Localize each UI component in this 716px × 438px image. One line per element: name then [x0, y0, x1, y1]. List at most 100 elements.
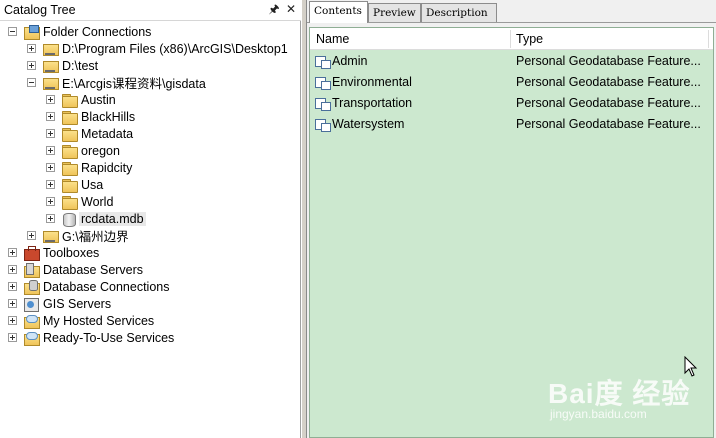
expand-icon[interactable]: [46, 163, 55, 172]
folder-icon: [61, 110, 78, 125]
expand-icon[interactable]: [46, 95, 55, 104]
tree-node-world[interactable]: World: [46, 193, 113, 210]
tree-node-label: E:\Arcgis课程资料\gisdata: [62, 77, 206, 91]
tree-node-gisdata[interactable]: E:\Arcgis课程资料\gisdata: [27, 74, 206, 91]
tree-node-label: Rapidcity: [81, 160, 133, 175]
tree-node-oregon[interactable]: oregon: [46, 142, 120, 159]
baidu-jingyan-watermark: Bai度 经验 jingyan.baidu.com: [548, 372, 708, 428]
folder-icon: [61, 195, 78, 210]
ready-to-use-services-icon: [23, 331, 40, 346]
tree-node-label: D:\Program Files (x86)\ArcGIS\Desktop1: [62, 41, 288, 56]
column-divider[interactable]: [708, 30, 709, 48]
expand-icon[interactable]: [8, 248, 17, 257]
tree-node-folder-connections[interactable]: Folder Connections: [8, 23, 151, 40]
tree-node-label: Database Servers: [43, 262, 144, 277]
expand-icon[interactable]: [46, 112, 55, 121]
tree-node-database-connections[interactable]: Database Connections: [8, 278, 169, 295]
expand-icon[interactable]: [46, 214, 55, 223]
tree-node-blackhills[interactable]: BlackHills: [46, 108, 135, 125]
tree-node-label: rcdata.mdb: [79, 211, 146, 226]
item-name: Watersystem: [332, 117, 405, 131]
list-item[interactable]: Environmental Personal Geodatabase Featu…: [310, 72, 713, 92]
collapse-icon[interactable]: [27, 78, 36, 87]
item-type: Personal Geodatabase Feature...: [516, 75, 701, 89]
tree-node-label: D:\test: [62, 58, 99, 73]
tree-node-label: GIS Servers: [43, 296, 112, 311]
personal-geodatabase-icon: [61, 212, 77, 227]
tree-node-label: Metadata: [81, 126, 134, 141]
expand-icon[interactable]: [8, 316, 17, 325]
folder-icon: [61, 127, 78, 142]
expand-icon[interactable]: [8, 265, 17, 274]
tab-description[interactable]: Description: [421, 3, 497, 22]
column-header-name[interactable]: Name: [316, 32, 349, 46]
list-item[interactable]: Admin Personal Geodatabase Feature...: [310, 51, 713, 71]
tree-node-toolboxes[interactable]: Toolboxes: [8, 244, 99, 261]
database-connections-icon: [23, 279, 40, 295]
tree-node-usa[interactable]: Usa: [46, 176, 103, 193]
expand-icon[interactable]: [27, 44, 36, 53]
item-name: Transportation: [332, 96, 413, 110]
column-header-type[interactable]: Type: [516, 32, 543, 46]
tree-node-label: Toolboxes: [43, 245, 100, 260]
tree-node-austin[interactable]: Austin: [46, 91, 116, 108]
item-name: Environmental: [332, 75, 412, 89]
expand-icon[interactable]: [8, 282, 17, 291]
expand-icon[interactable]: [46, 197, 55, 206]
folder-icon: [42, 42, 59, 56]
tree-node-label: Austin: [81, 92, 116, 107]
folder-icon: [42, 76, 59, 90]
gis-servers-icon: [23, 297, 39, 312]
catalog-tree-title: Catalog Tree: [4, 3, 76, 17]
tree-node-label: oregon: [81, 143, 120, 158]
tree-node-label: Folder Connections: [43, 24, 152, 39]
hosted-services-icon: [23, 314, 40, 329]
pin-icon[interactable]: 🖈: [267, 2, 281, 16]
tree-node-program-files[interactable]: D:\Program Files (x86)\ArcGIS\Desktop1: [27, 40, 288, 57]
expand-icon[interactable]: [27, 231, 36, 240]
feature-dataset-icon: [315, 117, 331, 132]
tree-node-metadata[interactable]: Metadata: [46, 125, 133, 142]
tab-contents[interactable]: Contents: [309, 1, 368, 23]
tab-preview[interactable]: Preview: [368, 3, 421, 22]
expand-icon[interactable]: [46, 129, 55, 138]
expand-icon[interactable]: [8, 333, 17, 342]
tree-node-g-drive[interactable]: G:\福州边界: [27, 227, 129, 244]
tree-node-label: My Hosted Services: [43, 313, 155, 328]
collapse-icon[interactable]: [8, 27, 17, 36]
tree-node-label: G:\福州边界: [62, 230, 129, 244]
tree-node-gis-servers[interactable]: GIS Servers: [8, 295, 111, 312]
feature-dataset-icon: [315, 96, 331, 111]
tree-node-database-servers[interactable]: Database Servers: [8, 261, 143, 278]
catalog-tree-header: Catalog Tree 🖈 ✕: [0, 0, 301, 21]
close-icon[interactable]: ✕: [284, 2, 298, 16]
folder-icon: [61, 178, 78, 193]
folder-icon: [42, 229, 59, 243]
tree-node-rapidcity[interactable]: Rapidcity: [46, 159, 132, 176]
database-servers-icon: [23, 262, 40, 278]
folder-icon: [61, 144, 78, 159]
expand-icon[interactable]: [46, 180, 55, 189]
catalog-tree: Folder Connections D:\Program Files (x86…: [0, 22, 300, 438]
tree-node-label: BlackHills: [81, 109, 136, 124]
expand-icon[interactable]: [27, 61, 36, 70]
column-header-row: Name Type: [310, 28, 713, 50]
expand-icon[interactable]: [8, 299, 17, 308]
item-name: Admin: [332, 54, 368, 68]
tree-node-my-hosted-services[interactable]: My Hosted Services: [8, 312, 154, 329]
tree-node-ready-to-use-services[interactable]: Ready-To-Use Services: [8, 329, 174, 346]
list-item[interactable]: Watersystem Personal Geodatabase Feature…: [310, 114, 713, 134]
feature-dataset-icon: [315, 54, 331, 69]
folder-connections-icon: [23, 24, 40, 40]
column-divider[interactable]: [510, 30, 511, 48]
tree-node-rcdata-mdb[interactable]: rcdata.mdb: [46, 210, 146, 227]
item-type: Personal Geodatabase Feature...: [516, 117, 701, 131]
expand-icon[interactable]: [46, 146, 55, 155]
tree-node-d-test[interactable]: D:\test: [27, 57, 98, 74]
tree-node-label: Database Connections: [43, 279, 170, 294]
tab-bar: Contents Preview Description: [307, 0, 716, 23]
toolbox-icon: [23, 245, 40, 261]
item-type: Personal Geodatabase Feature...: [516, 54, 701, 68]
list-item[interactable]: Transportation Personal Geodatabase Feat…: [310, 93, 713, 113]
folder-icon: [61, 93, 78, 108]
